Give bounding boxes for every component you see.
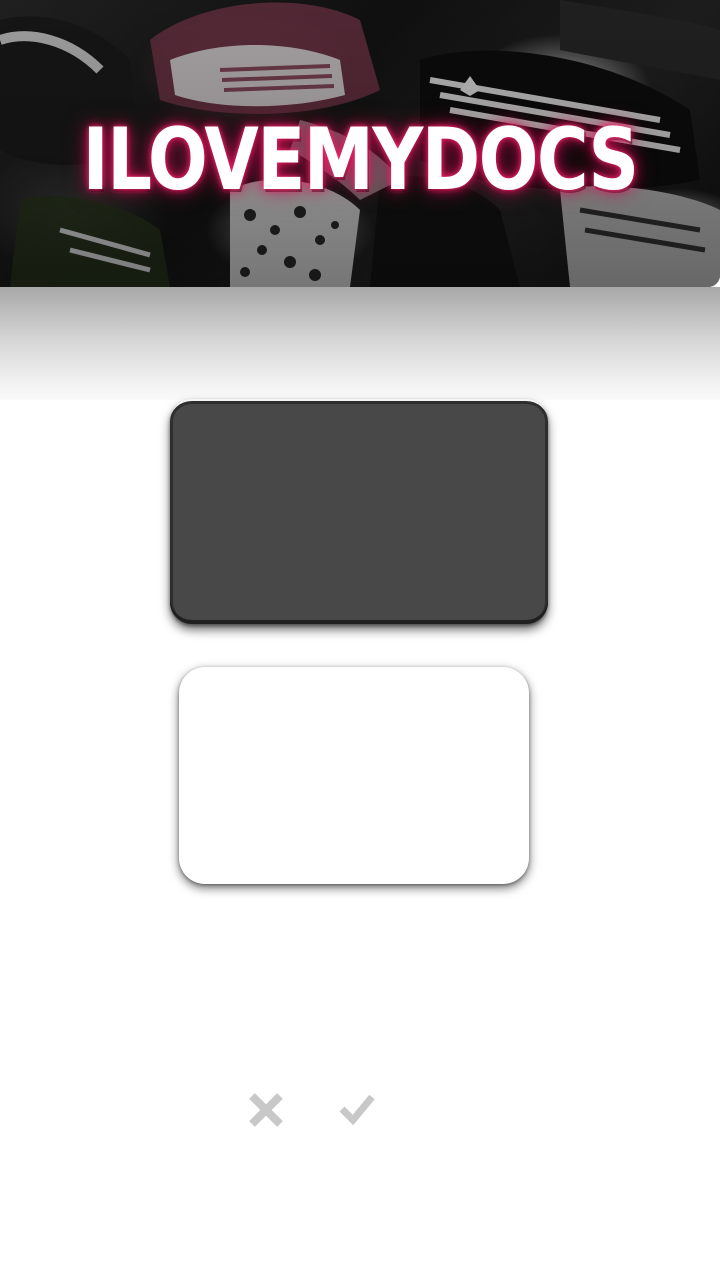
header-banner: ILOVEMYDOCS bbox=[0, 0, 720, 287]
dark-card[interactable] bbox=[170, 399, 548, 624]
check-icon bbox=[339, 1094, 375, 1126]
app-title: ILOVEMYDOCS bbox=[82, 110, 639, 210]
light-card[interactable] bbox=[179, 667, 529, 884]
header-fade bbox=[0, 287, 720, 400]
confirm-button[interactable] bbox=[337, 1088, 377, 1128]
cancel-button[interactable] bbox=[246, 1090, 286, 1130]
screen: ILOVEMYDOCS bbox=[0, 0, 720, 1280]
close-icon bbox=[249, 1093, 283, 1127]
